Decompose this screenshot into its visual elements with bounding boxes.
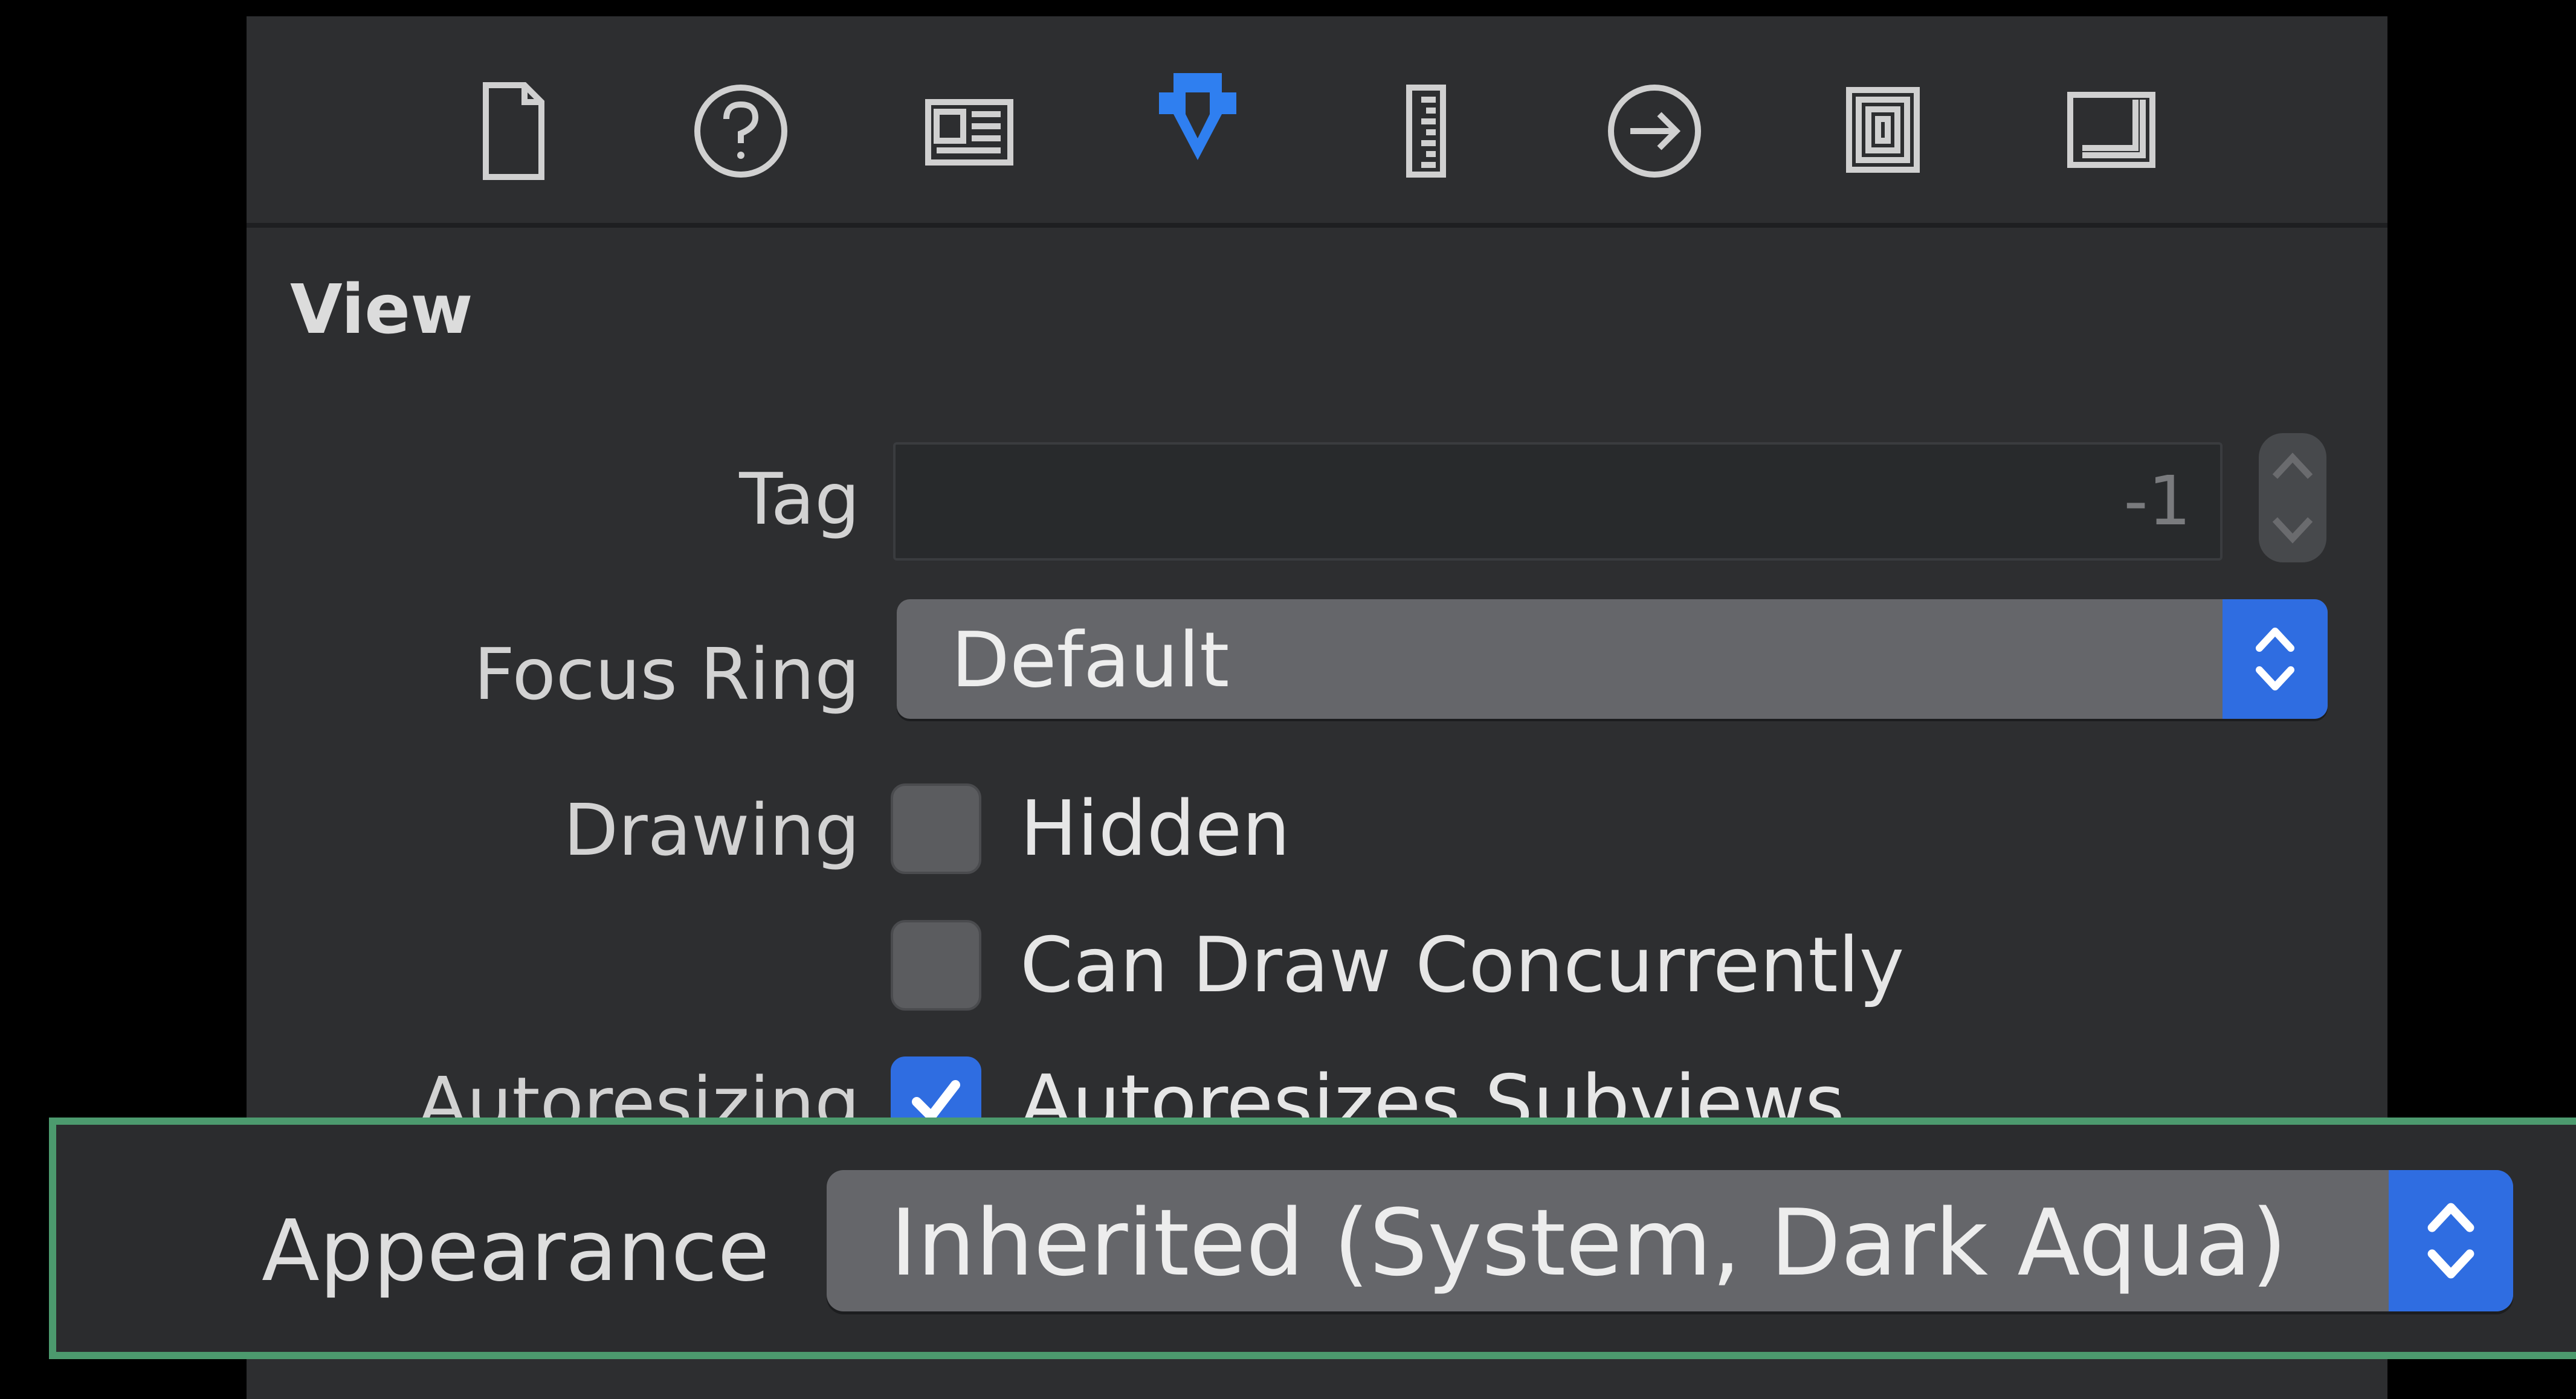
focus-ring-label: Focus Ring xyxy=(474,632,860,716)
attributes-icon[interactable] xyxy=(1137,59,1258,179)
chevron-up-icon[interactable] xyxy=(2259,436,2326,496)
view-effects-icon[interactable] xyxy=(2051,71,2172,191)
help-icon[interactable] xyxy=(680,71,801,191)
size-ruler-icon[interactable] xyxy=(1366,71,1487,191)
up-down-arrows-icon xyxy=(2223,599,2328,719)
tag-label: Tag xyxy=(739,457,860,541)
tag-value: -1 xyxy=(2123,462,2191,541)
identity-icon[interactable] xyxy=(909,71,1030,191)
focus-ring-value: Default xyxy=(951,616,1230,704)
tag-stepper[interactable] xyxy=(2259,433,2326,562)
section-title: View xyxy=(290,271,473,349)
hidden-checkbox-label: Hidden xyxy=(1020,784,1291,873)
hidden-checkbox[interactable] xyxy=(891,783,981,874)
chevron-down-icon[interactable] xyxy=(2259,500,2326,561)
bindings-icon[interactable] xyxy=(1822,71,1943,191)
appearance-value: Inherited (System, Dark Aqua) xyxy=(890,1189,2287,1296)
file-icon[interactable] xyxy=(452,71,573,191)
up-down-arrows-icon xyxy=(2389,1170,2513,1311)
appearance-popup[interactable]: Inherited (System, Dark Aqua) xyxy=(827,1170,2513,1311)
drawing-label: Drawing xyxy=(563,788,860,872)
focus-ring-popup[interactable]: Default xyxy=(897,599,2328,719)
screenshot-canvas: View Tag -1 Focus Ring Default Drawing H… xyxy=(0,0,2576,1399)
appearance-highlight-box: Appearance Inherited (System, Dark Aqua) xyxy=(49,1118,2576,1359)
tag-field[interactable]: -1 xyxy=(893,442,2223,561)
can-draw-concurrently-label: Can Draw Concurrently xyxy=(1020,921,1905,1009)
connections-icon[interactable] xyxy=(1594,71,1715,191)
appearance-label: Appearance xyxy=(262,1202,770,1301)
can-draw-concurrently-checkbox[interactable] xyxy=(891,920,981,1011)
inspector-toolbar xyxy=(247,16,2387,228)
